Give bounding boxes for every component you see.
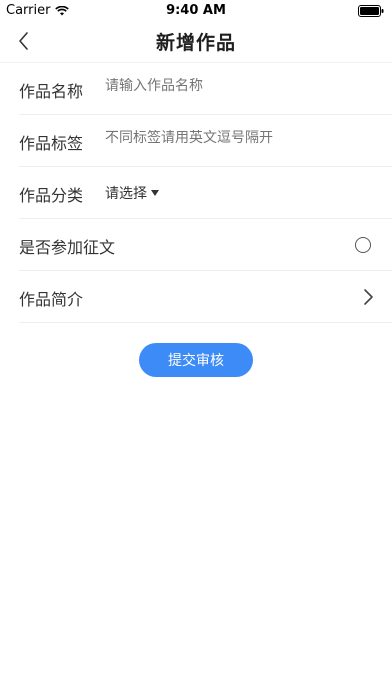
work-category-label: 作品分类: [19, 186, 84, 205]
status-time: 9:40 AM: [166, 3, 226, 18]
work-tags-input[interactable]: [105, 130, 365, 146]
work-tags-row: 作品标签: [19, 115, 392, 167]
navigation-bar: 新增作品: [0, 20, 392, 62]
join-contest-row: 是否参加征文: [19, 219, 392, 271]
status-bar: Carrier 9:40 AM: [0, 0, 392, 20]
join-contest-radio[interactable]: [355, 237, 371, 253]
page-title: 新增作品: [155, 32, 236, 54]
battery-icon: [358, 5, 384, 17]
work-name-input[interactable]: [105, 78, 365, 94]
work-name-label: 作品名称: [19, 82, 84, 101]
work-tags-label: 作品标签: [19, 134, 84, 153]
join-contest-label: 是否参加征文: [19, 238, 116, 257]
category-select[interactable]: 请选择: [105, 183, 159, 203]
work-category-row: 作品分类 请选择: [19, 167, 392, 219]
category-select-value: 请选择: [105, 186, 147, 202]
submit-review-button[interactable]: 提交审核: [139, 343, 253, 377]
work-intro-row[interactable]: 作品简介: [19, 271, 392, 323]
work-intro-label: 作品简介: [19, 290, 84, 309]
caret-down-icon: [151, 190, 159, 196]
work-name-row: 作品名称: [19, 63, 392, 115]
chevron-right-icon[interactable]: [362, 288, 374, 306]
work-form: 作品名称 作品标签 作品分类 请选择 是否参加征文 作品简介: [0, 62, 392, 323]
